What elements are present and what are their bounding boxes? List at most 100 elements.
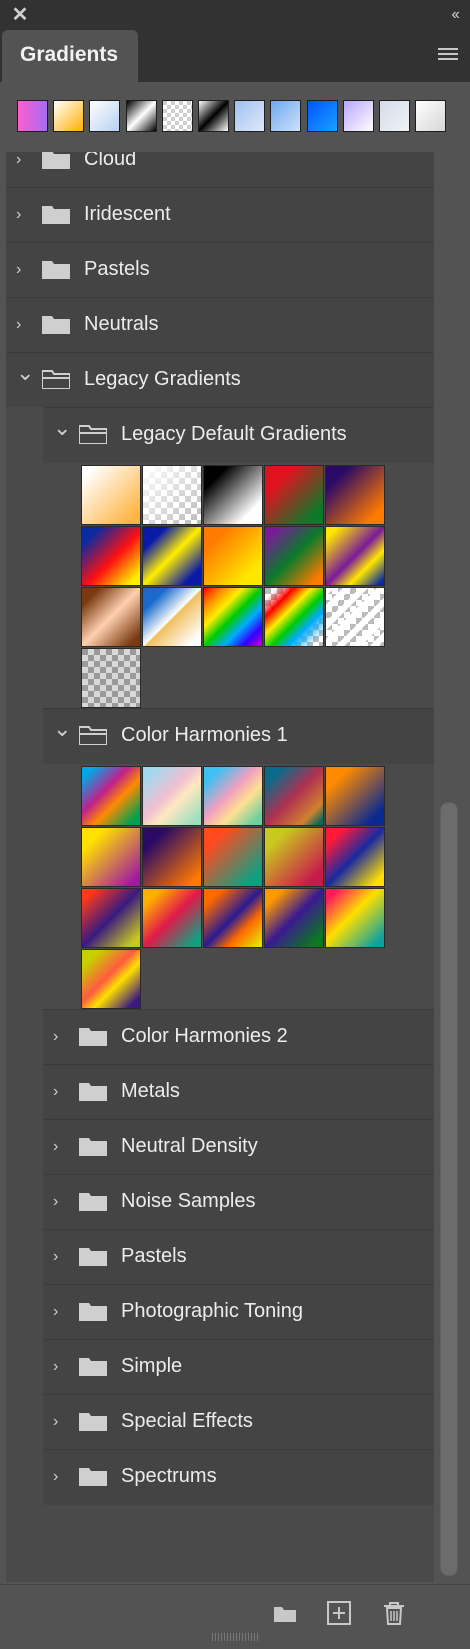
- recent-gradient-swatch[interactable]: [306, 100, 338, 132]
- gradient-preset-thumbnail[interactable]: [142, 587, 202, 647]
- chevron-down-icon[interactable]: ⌄: [53, 417, 71, 439]
- gradient-preset-thumbnail[interactable]: [203, 526, 263, 586]
- resize-grip[interactable]: [212, 1633, 258, 1641]
- recent-gradient-swatch[interactable]: [342, 100, 374, 132]
- chevron-right-icon[interactable]: ›: [16, 152, 34, 169]
- recent-gradient-swatch[interactable]: [89, 100, 121, 132]
- chevron-right-icon[interactable]: ›: [53, 1248, 71, 1266]
- gradient-preset-thumbnail[interactable]: [142, 888, 202, 948]
- panel-titlebar: ✕ ‹‹: [0, 0, 470, 30]
- gradient-preset-thumbnail[interactable]: [81, 526, 141, 586]
- chevron-right-icon[interactable]: ›: [53, 1028, 71, 1046]
- folder-row-pastels[interactable]: › Pastels: [6, 242, 434, 298]
- recent-gradient-swatch[interactable]: [53, 100, 85, 132]
- gradient-preset-thumbnail[interactable]: [81, 648, 141, 708]
- folder-row-legacy-default-gradients[interactable]: ⌄ Legacy Default Gradients: [43, 407, 434, 463]
- close-icon[interactable]: ✕: [10, 5, 30, 25]
- folder-row-noise-samples[interactable]: › Noise Samples: [43, 1174, 434, 1230]
- gradient-preset-thumbnail[interactable]: [81, 827, 141, 887]
- collapse-panel-icon[interactable]: ‹‹: [451, 5, 460, 25]
- chevron-right-icon[interactable]: ›: [53, 1083, 71, 1101]
- new-group-folder-icon[interactable]: [272, 1600, 298, 1626]
- gradient-preset-thumbnail[interactable]: [264, 587, 324, 647]
- gradient-preset-thumbnail[interactable]: [203, 766, 263, 826]
- gradient-preset-thumbnail[interactable]: [81, 888, 141, 948]
- gradient-preset-thumbnail[interactable]: [142, 526, 202, 586]
- recent-gradient-swatch[interactable]: [125, 100, 157, 132]
- gradients-panel: ✕ ‹‹ Gradients › Cloud › Iridescent › Pastels…: [0, 0, 470, 1649]
- scrollbar-thumb[interactable]: [440, 802, 458, 1576]
- gradient-preset-thumbnail[interactable]: [81, 766, 141, 826]
- folder-row-iridescent[interactable]: › Iridescent: [6, 187, 434, 243]
- chevron-right-icon[interactable]: ›: [53, 1468, 71, 1486]
- folder-label: Spectrums: [121, 1465, 217, 1487]
- folder-label: Photographic Toning: [121, 1300, 303, 1322]
- gradient-preset-thumbnail[interactable]: [264, 465, 324, 525]
- recent-gradient-swatch[interactable]: [198, 100, 229, 132]
- folder-label: Simple: [121, 1355, 183, 1377]
- folder-label: Neutrals: [84, 313, 159, 335]
- gradient-preset-thumbnail[interactable]: [264, 888, 324, 948]
- folder-icon: [42, 204, 70, 224]
- gradient-preset-thumbnail[interactable]: [264, 766, 324, 826]
- folder-label: Pastels: [84, 258, 150, 280]
- gradient-preset-thumbnail[interactable]: [264, 827, 324, 887]
- chevron-right-icon[interactable]: ›: [53, 1413, 71, 1431]
- folder-row-neutral-density[interactable]: › Neutral Density: [43, 1119, 434, 1175]
- chevron-down-icon[interactable]: ⌄: [16, 362, 34, 384]
- folder-row-photographic-toning[interactable]: › Photographic Toning: [43, 1284, 434, 1340]
- gradient-preset-thumbnail[interactable]: [142, 827, 202, 887]
- trash-icon[interactable]: [381, 1600, 407, 1626]
- chevron-right-icon[interactable]: ›: [53, 1138, 71, 1156]
- folder-icon: [79, 1301, 107, 1321]
- gradient-preset-thumbnail[interactable]: [203, 465, 263, 525]
- chevron-down-icon[interactable]: ⌄: [53, 718, 71, 740]
- folder-row-spectrums[interactable]: › Spectrums: [43, 1449, 434, 1505]
- folder-label: Iridescent: [84, 203, 171, 225]
- folder-icon: [79, 1191, 107, 1211]
- folder-row-metals[interactable]: › Metals: [43, 1064, 434, 1120]
- gradient-preset-thumbnail[interactable]: [203, 888, 263, 948]
- tab-gradients-label: Gradients: [20, 43, 119, 66]
- recent-gradient-swatch[interactable]: [415, 100, 447, 132]
- panel-menu-icon[interactable]: [438, 48, 458, 64]
- gradient-preset-thumbnail[interactable]: [81, 949, 141, 1009]
- folder-row-cloud[interactable]: › Cloud: [6, 152, 434, 188]
- gradient-preset-thumbnail[interactable]: [142, 766, 202, 826]
- folder-row-pastels[interactable]: › Pastels: [43, 1229, 434, 1285]
- folder-label: Noise Samples: [121, 1190, 256, 1212]
- chevron-right-icon[interactable]: ›: [16, 261, 34, 279]
- folder-row-special-effects[interactable]: › Special Effects: [43, 1394, 434, 1450]
- gradient-preset-thumbnail[interactable]: [325, 888, 385, 948]
- gradient-preset-thumbnail[interactable]: [203, 587, 263, 647]
- chevron-right-icon[interactable]: ›: [53, 1358, 71, 1376]
- folder-row-neutrals[interactable]: › Neutrals: [6, 297, 434, 353]
- new-gradient-icon[interactable]: [326, 1600, 352, 1626]
- folder-row-simple[interactable]: › Simple: [43, 1339, 434, 1395]
- chevron-right-icon[interactable]: ›: [53, 1193, 71, 1211]
- recent-gradient-swatch[interactable]: [161, 100, 193, 132]
- folder-row-color-harmonies-2[interactable]: › Color Harmonies 2: [43, 1009, 434, 1065]
- folder-label: Legacy Gradients: [84, 368, 241, 390]
- recent-gradient-swatch[interactable]: [379, 100, 410, 132]
- gradient-preset-thumbnail[interactable]: [264, 526, 324, 586]
- gradient-preset-thumbnail[interactable]: [81, 587, 141, 647]
- chevron-right-icon[interactable]: ›: [16, 206, 34, 224]
- gradient-preset-thumbnail[interactable]: [203, 827, 263, 887]
- recent-gradient-swatch[interactable]: [270, 100, 302, 132]
- folder-row-legacy-gradients[interactable]: ⌄ Legacy Gradients: [6, 352, 434, 408]
- gradient-preset-thumbnail[interactable]: [325, 526, 385, 586]
- folder-label: Color Harmonies 2: [121, 1025, 288, 1047]
- chevron-right-icon[interactable]: ›: [53, 1303, 71, 1321]
- gradient-preset-thumbnail[interactable]: [325, 766, 385, 826]
- recent-gradient-swatch[interactable]: [17, 100, 48, 132]
- folder-row-color-harmonies-1[interactable]: ⌄ Color Harmonies 1: [43, 708, 434, 764]
- recent-gradient-swatch[interactable]: [234, 100, 266, 132]
- tab-gradients[interactable]: Gradients: [2, 30, 138, 82]
- gradient-preset-thumbnail[interactable]: [142, 465, 202, 525]
- gradient-preset-thumbnail[interactable]: [81, 465, 141, 525]
- gradient-preset-thumbnail[interactable]: [325, 465, 385, 525]
- chevron-right-icon[interactable]: ›: [16, 316, 34, 334]
- gradient-preset-thumbnail[interactable]: [325, 587, 385, 647]
- gradient-preset-thumbnail[interactable]: [325, 827, 385, 887]
